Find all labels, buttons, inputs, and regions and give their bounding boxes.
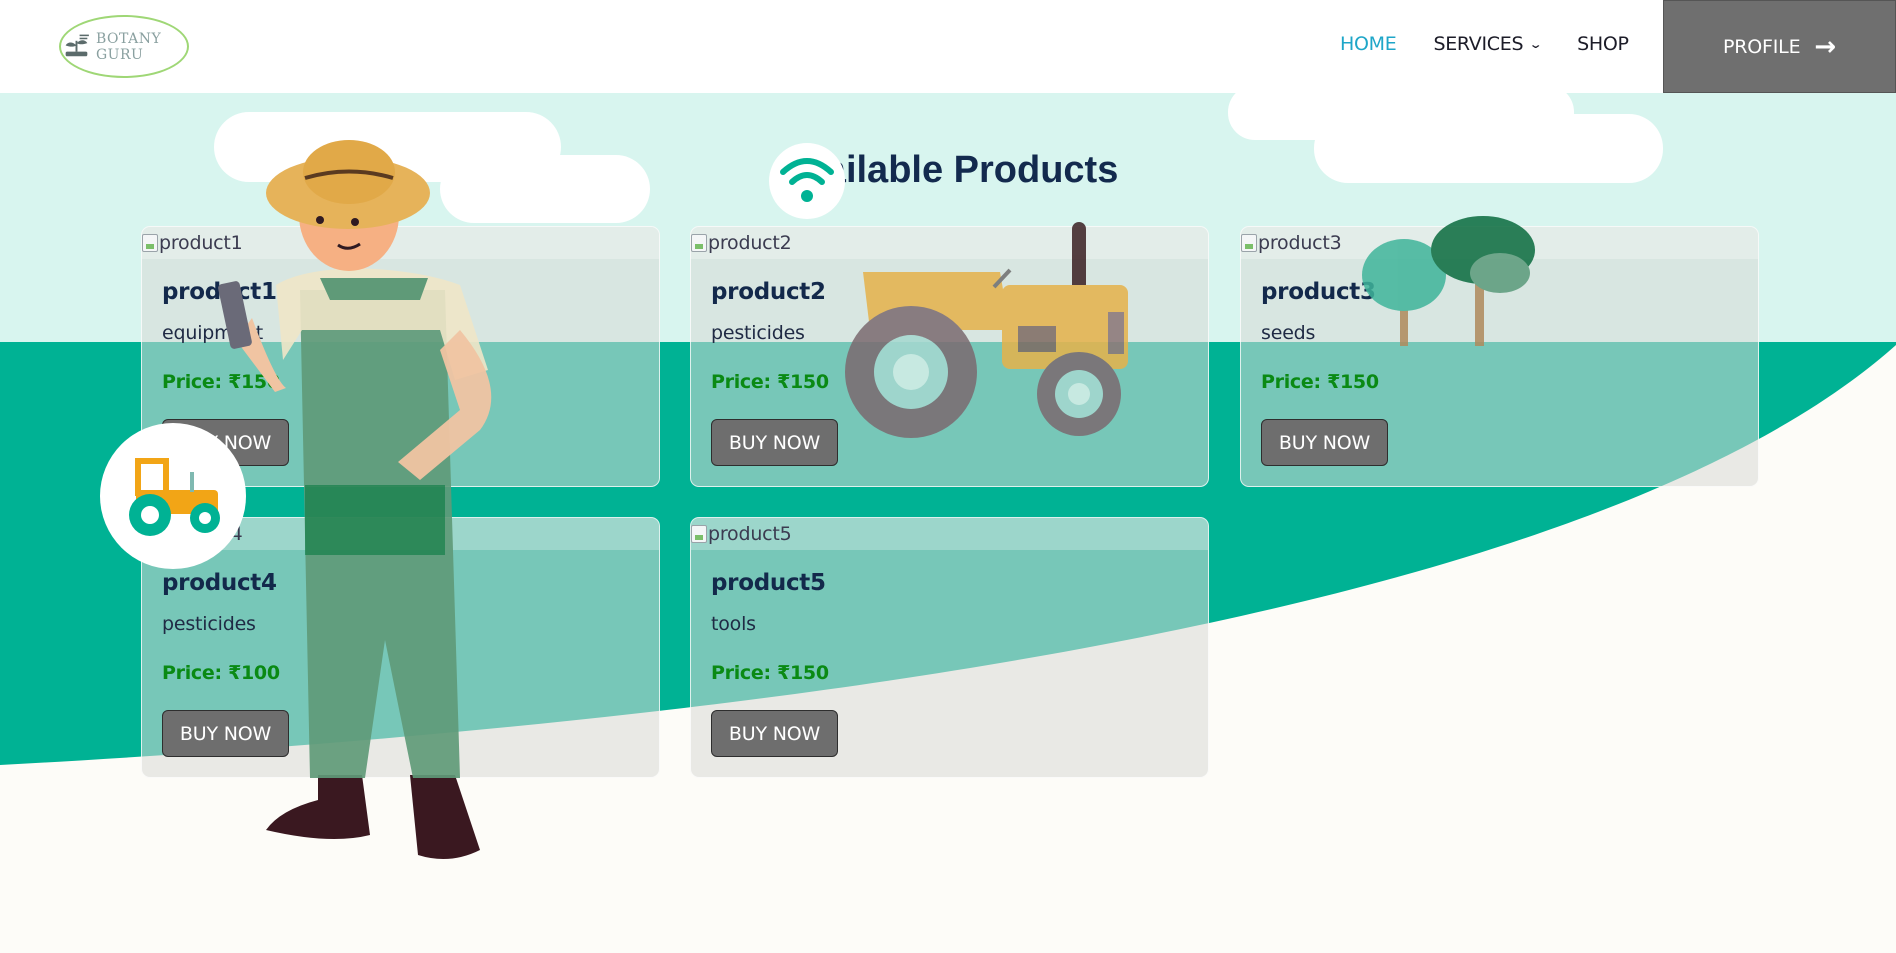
buy-now-button[interactable]: BUY NOW [162, 710, 289, 757]
product-category: pesticides [162, 613, 256, 635]
arrow-right-icon: → [1814, 31, 1836, 62]
page-title: Available Products [777, 149, 1119, 191]
product-image-alt: product2 [708, 232, 792, 254]
product-card: product4 product4 pesticides Price: ₹100… [141, 517, 660, 778]
broken-image-icon [142, 234, 158, 252]
nav-home[interactable]: HOME [1340, 33, 1397, 55]
product-name: product3 [1261, 279, 1376, 305]
nav-services-label: SERVICES [1433, 33, 1524, 55]
product-name: product2 [711, 279, 826, 305]
buy-now-button[interactable]: BUY NOW [1261, 419, 1388, 466]
broken-image-icon [691, 525, 707, 543]
product-name: product5 [711, 570, 826, 596]
product-price: Price: ₹100 [162, 662, 280, 684]
product-image-alt: product3 [1258, 232, 1342, 254]
product-card: product5 product5 tools Price: ₹150 BUY … [690, 517, 1209, 778]
chevron-down-icon: ⌄ [1528, 37, 1543, 51]
product-category: equipment [162, 322, 264, 344]
logo-text: BOTANY GURU [95, 30, 162, 63]
broken-image-icon [691, 234, 707, 252]
product-image: product3 [1241, 227, 1758, 259]
product-name: product1 [162, 279, 277, 305]
profile-button[interactable]: PROFILE → [1663, 0, 1896, 93]
product-card: product3 product3 seeds Price: ₹150 BUY … [1240, 226, 1759, 487]
product-price: Price: ₹150 [1261, 371, 1379, 393]
profile-label: PROFILE [1723, 35, 1801, 58]
product-price: Price: ₹150 [711, 371, 829, 393]
product-name: product4 [162, 570, 277, 596]
logo-plant-icon [65, 34, 89, 56]
site-header: BOTANY GURU HOME SERVICES ⌄ SHOP PROFILE… [0, 0, 1896, 93]
product-card: product2 product2 pesticides Price: ₹150… [690, 226, 1209, 487]
buy-now-button[interactable]: BUY NOW [711, 710, 838, 757]
nav-shop[interactable]: SHOP [1577, 33, 1629, 55]
product-image: product1 [142, 227, 659, 259]
buy-now-button[interactable]: BUY NOW [711, 419, 838, 466]
product-image: product4 [142, 518, 659, 550]
buy-now-button[interactable]: BUY NOW [162, 419, 289, 466]
product-price: Price: ₹150 [162, 371, 280, 393]
broken-image-icon [1241, 234, 1257, 252]
product-image: product2 [691, 227, 1208, 259]
broken-image-icon [142, 525, 158, 543]
product-card: product1 product1 equipment Price: ₹150 … [141, 226, 660, 487]
product-image-alt: product4 [159, 523, 243, 545]
product-category: tools [711, 613, 756, 635]
main-nav: HOME SERVICES ⌄ SHOP [1340, 33, 1629, 55]
product-image-alt: product1 [159, 232, 243, 254]
product-image-alt: product5 [708, 523, 792, 545]
product-price: Price: ₹150 [711, 662, 829, 684]
product-category: pesticides [711, 322, 805, 344]
logo[interactable]: BOTANY GURU [59, 15, 189, 78]
product-image: product5 [691, 518, 1208, 550]
nav-services[interactable]: SERVICES ⌄ [1433, 33, 1543, 55]
product-category: seeds [1261, 322, 1316, 344]
